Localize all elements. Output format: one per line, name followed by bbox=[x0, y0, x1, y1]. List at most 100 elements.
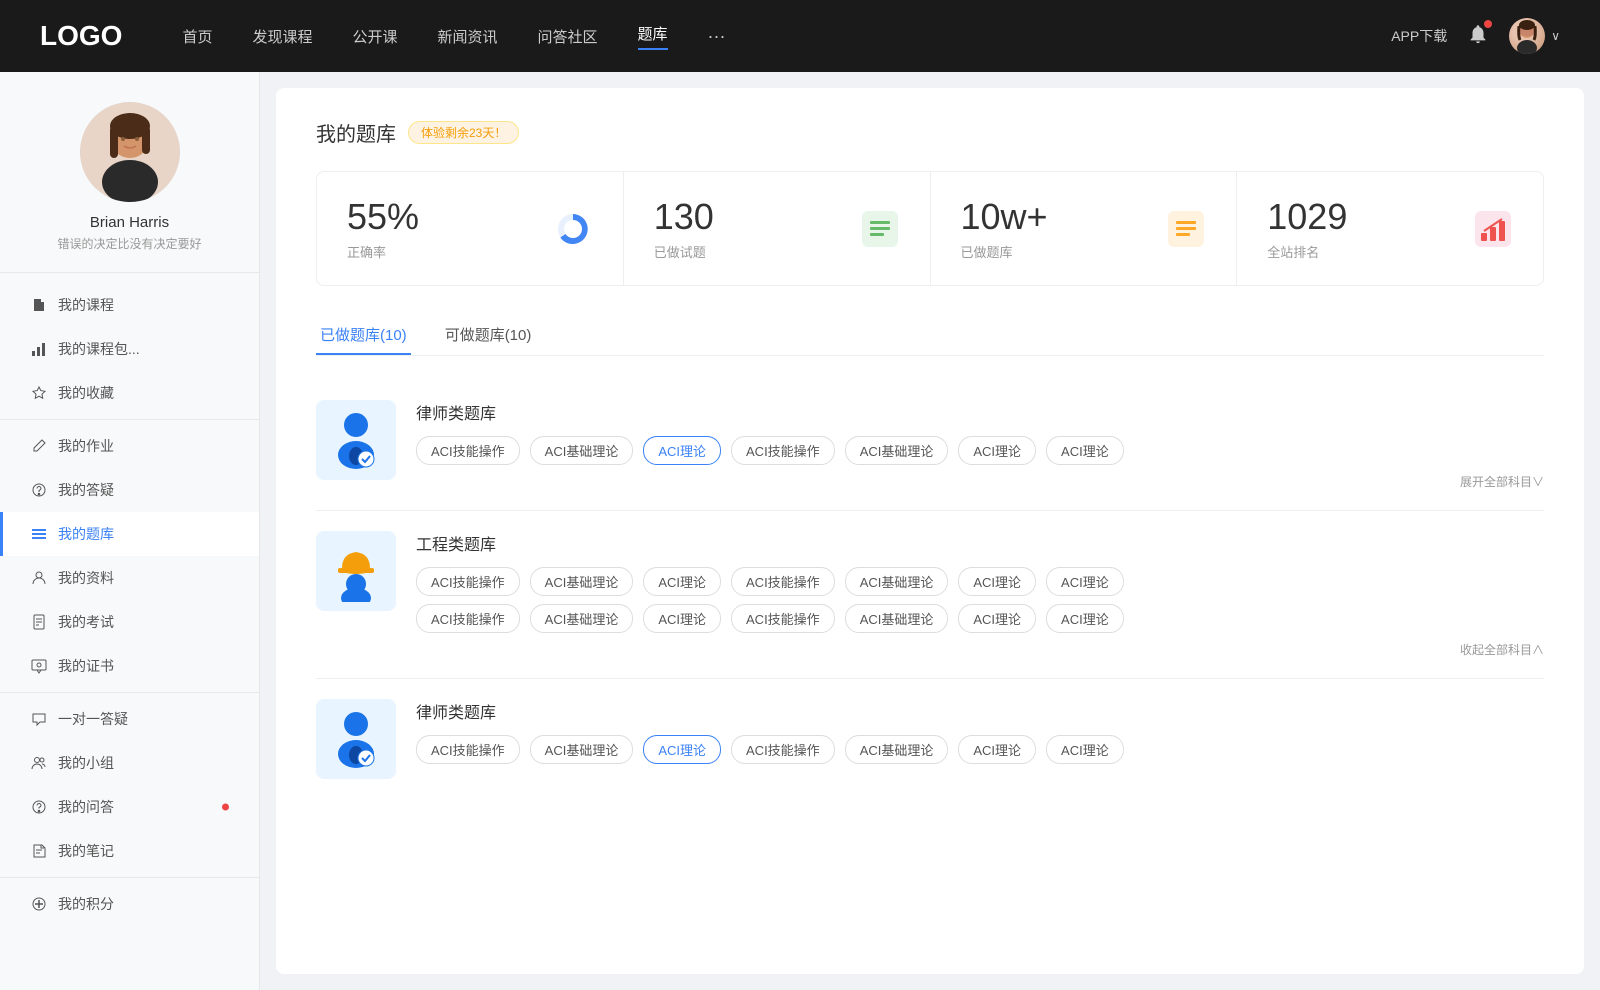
sidebar-divider-2 bbox=[0, 692, 259, 693]
bank-3-tag-1[interactable]: ACI基础理论 bbox=[530, 735, 634, 764]
notification-bell[interactable] bbox=[1467, 23, 1489, 50]
question-bank-tabs: 已做题库(10) 可做题库(10) bbox=[316, 316, 1544, 356]
sidebar-item-exam[interactable]: 我的考试 bbox=[0, 600, 259, 644]
accuracy-icon bbox=[553, 209, 593, 249]
sidebar-item-questions[interactable]: 我的问答 bbox=[0, 785, 259, 829]
bank-2-tag-r2-6[interactable]: ACI理论 bbox=[1046, 604, 1124, 633]
bank-3-tag-0[interactable]: ACI技能操作 bbox=[416, 735, 520, 764]
sidebar-item-question-bank[interactable]: 我的题库 bbox=[0, 512, 259, 556]
help-icon bbox=[30, 481, 48, 499]
bank-2-tag-r2-4[interactable]: ACI基础理论 bbox=[845, 604, 949, 633]
sidebar-label-points: 我的积分 bbox=[58, 894, 114, 914]
sidebar-label-questions: 我的问答 bbox=[58, 797, 114, 817]
bank-title-2: 工程类题库 bbox=[416, 531, 1544, 555]
sidebar-item-points[interactable]: 我的积分 bbox=[0, 882, 259, 926]
notification-badge bbox=[1484, 20, 1492, 28]
ranking-value: 1029 bbox=[1267, 196, 1457, 238]
user-avatar-wrap[interactable]: ∨ bbox=[1509, 18, 1560, 54]
avatar-image bbox=[1509, 18, 1545, 54]
bank-3-tag-3[interactable]: ACI技能操作 bbox=[731, 735, 835, 764]
chart-icon bbox=[30, 340, 48, 358]
tab-todo[interactable]: 可做题库(10) bbox=[441, 316, 536, 355]
bank-1-tags: ACI技能操作 ACI基础理论 ACI理论 ACI技能操作 ACI基础理论 AC… bbox=[416, 436, 1544, 465]
bank-2-tag-r2-1[interactable]: ACI基础理论 bbox=[530, 604, 634, 633]
bank-2-tag-r1-1[interactable]: ACI基础理论 bbox=[530, 567, 634, 596]
nav-qa[interactable]: 问答社区 bbox=[538, 26, 598, 47]
bank-3-tag-5[interactable]: ACI理论 bbox=[958, 735, 1036, 764]
nav-home[interactable]: 首页 bbox=[182, 26, 212, 47]
edit-icon bbox=[30, 437, 48, 455]
sidebar-label-exam: 我的考试 bbox=[58, 612, 114, 632]
bank-1-tag-0[interactable]: ACI技能操作 bbox=[416, 436, 520, 465]
tab-done[interactable]: 已做题库(10) bbox=[316, 316, 411, 355]
sidebar-divider-3 bbox=[0, 877, 259, 878]
bank-title-1: 律师类题库 bbox=[416, 400, 1544, 424]
bank-2-tag-r2-3[interactable]: ACI技能操作 bbox=[731, 604, 835, 633]
sidebar-item-homework[interactable]: 我的作业 bbox=[0, 424, 259, 468]
sidebar-label-homework: 我的作业 bbox=[58, 436, 114, 456]
chart-red-icon bbox=[1475, 211, 1511, 247]
bank-2-tag-r1-4[interactable]: ACI基础理论 bbox=[845, 567, 949, 596]
app-download-link[interactable]: APP下载 bbox=[1391, 26, 1447, 46]
bank-2-tags-row1: ACI技能操作 ACI基础理论 ACI理论 ACI技能操作 ACI基础理论 AC… bbox=[416, 567, 1544, 596]
sidebar-label-qa: 我的答疑 bbox=[58, 480, 114, 500]
stat-done-questions: 130 已做试题 bbox=[624, 172, 931, 285]
sidebar-item-one-on-one[interactable]: 一对一答疑 bbox=[0, 697, 259, 741]
doc-icon bbox=[30, 613, 48, 631]
bank-3-tag-4[interactable]: ACI基础理论 bbox=[845, 735, 949, 764]
bank-1-tag-3[interactable]: ACI技能操作 bbox=[731, 436, 835, 465]
nav-more[interactable]: ··· bbox=[708, 26, 726, 47]
done-banks-icon bbox=[1166, 209, 1206, 249]
sidebar-item-profile[interactable]: 我的资料 bbox=[0, 556, 259, 600]
bank-1-expand[interactable]: 展开全部科目∨ bbox=[416, 473, 1544, 490]
sidebar-item-certificate[interactable]: 我的证书 bbox=[0, 644, 259, 688]
accuracy-label: 正确率 bbox=[347, 242, 537, 261]
header-right: APP下载 ∨ bbox=[1391, 18, 1560, 54]
bank-2-collapse[interactable]: 收起全部科目∧ bbox=[416, 641, 1544, 658]
sidebar-item-notes[interactable]: 我的笔记 bbox=[0, 829, 259, 873]
bank-1-tag-2[interactable]: ACI理论 bbox=[643, 436, 721, 465]
user-icon bbox=[30, 569, 48, 587]
bank-2-tag-r1-3[interactable]: ACI技能操作 bbox=[731, 567, 835, 596]
bank-1-tag-4[interactable]: ACI基础理论 bbox=[845, 436, 949, 465]
group-icon bbox=[30, 754, 48, 772]
nav-discover[interactable]: 发现课程 bbox=[252, 26, 312, 47]
stat-done-banks: 10w+ 已做题库 bbox=[931, 172, 1238, 285]
bank-2-tag-r2-2[interactable]: ACI理论 bbox=[643, 604, 721, 633]
nav-question-bank[interactable]: 题库 bbox=[638, 23, 668, 50]
sidebar-item-qa[interactable]: 我的答疑 bbox=[0, 468, 259, 512]
bank-2-tag-r1-5[interactable]: ACI理论 bbox=[958, 567, 1036, 596]
bank-1-tag-6[interactable]: ACI理论 bbox=[1046, 436, 1124, 465]
sidebar-profile: Brian Harris 错误的决定比没有决定要好 bbox=[0, 102, 259, 273]
bank-2-tag-r1-2[interactable]: ACI理论 bbox=[643, 567, 721, 596]
bank-2-tag-r2-0[interactable]: ACI技能操作 bbox=[416, 604, 520, 633]
nav-news[interactable]: 新闻资讯 bbox=[438, 26, 498, 47]
nav-opencourse[interactable]: 公开课 bbox=[352, 26, 397, 47]
ranking-icon bbox=[1473, 209, 1513, 249]
done-banks-label: 已做题库 bbox=[961, 242, 1151, 261]
chevron-down-icon: ∨ bbox=[1551, 29, 1560, 43]
bank-3-tag-2[interactable]: ACI理论 bbox=[643, 735, 721, 764]
bank-3-tag-6[interactable]: ACI理论 bbox=[1046, 735, 1124, 764]
bank-1-tag-5[interactable]: ACI理论 bbox=[958, 436, 1036, 465]
bank-content-2: 工程类题库 ACI技能操作 ACI基础理论 ACI理论 ACI技能操作 ACI基… bbox=[416, 531, 1544, 658]
bank-item-2: 工程类题库 ACI技能操作 ACI基础理论 ACI理论 ACI技能操作 ACI基… bbox=[316, 511, 1544, 679]
bank-item-3: 律师类题库 ACI技能操作 ACI基础理论 ACI理论 ACI技能操作 ACI基… bbox=[316, 679, 1544, 799]
bank-2-tags-row2: ACI技能操作 ACI基础理论 ACI理论 ACI技能操作 ACI基础理论 AC… bbox=[416, 604, 1544, 633]
sidebar-item-my-course[interactable]: 我的课程 bbox=[0, 283, 259, 327]
done-questions-value: 130 bbox=[654, 196, 844, 238]
points-icon bbox=[30, 895, 48, 913]
bank-2-tag-r2-5[interactable]: ACI理论 bbox=[958, 604, 1036, 633]
sidebar-item-group[interactable]: 我的小组 bbox=[0, 741, 259, 785]
sidebar-label-favorites: 我的收藏 bbox=[58, 383, 114, 403]
sidebar-item-course-pkg[interactable]: 我的课程包... bbox=[0, 327, 259, 371]
profile-motto: 错误的决定比没有决定要好 bbox=[57, 235, 201, 252]
sidebar-label-notes: 我的笔记 bbox=[58, 841, 114, 861]
bank-2-tag-r1-0[interactable]: ACI技能操作 bbox=[416, 567, 520, 596]
sidebar-label-profile: 我的资料 bbox=[58, 568, 114, 588]
page-layout: Brian Harris 错误的决定比没有决定要好 我的课程 我的课程包... bbox=[0, 72, 1600, 990]
bank-2-tag-r1-6[interactable]: ACI理论 bbox=[1046, 567, 1124, 596]
bank-1-tag-1[interactable]: ACI基础理论 bbox=[530, 436, 634, 465]
sidebar-item-favorites[interactable]: 我的收藏 bbox=[0, 371, 259, 415]
sidebar-label-course-pkg: 我的课程包... bbox=[58, 339, 140, 359]
